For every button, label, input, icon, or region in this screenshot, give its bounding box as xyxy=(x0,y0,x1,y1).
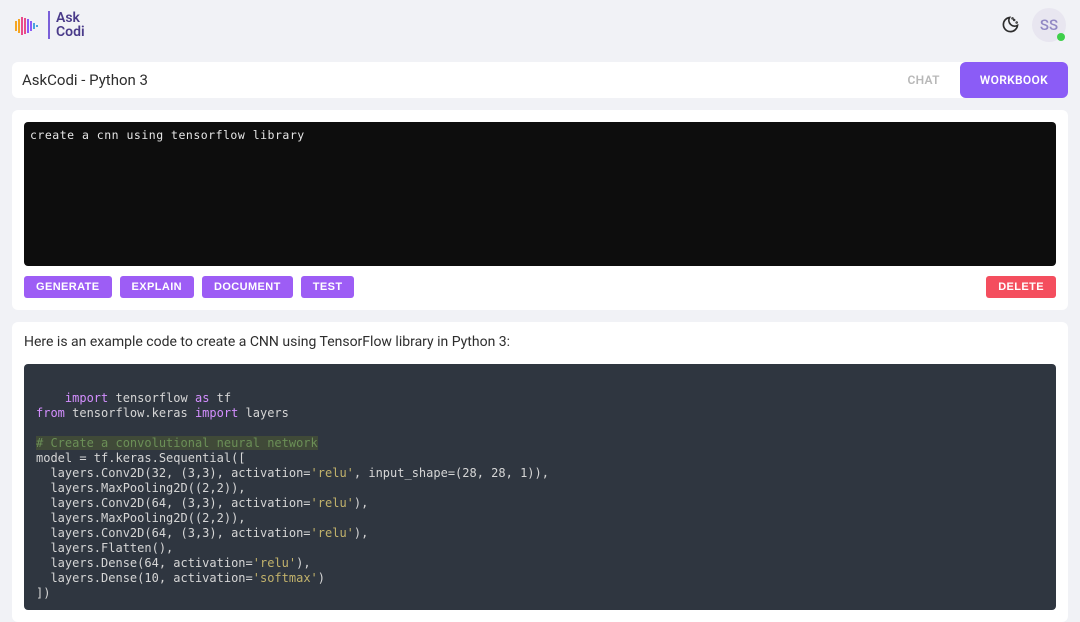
avatar-initials: SS xyxy=(1040,16,1058,34)
brand-line2: Codi xyxy=(56,25,85,39)
brand-line1: Ask xyxy=(56,11,85,25)
user-avatar[interactable]: SS xyxy=(1032,8,1066,42)
action-row: GENERATE EXPLAIN DOCUMENT TEST DELETE xyxy=(24,276,1056,298)
app-header: Ask Codi SS xyxy=(0,0,1080,50)
project-title: AskCodi - Python 3 xyxy=(22,71,148,89)
result-intro: Here is an example code to create a CNN … xyxy=(24,334,1056,350)
status-indicator-icon xyxy=(1057,33,1065,41)
test-button[interactable]: TEST xyxy=(301,276,355,298)
explain-button[interactable]: EXPLAIN xyxy=(120,276,194,298)
header-right: SS xyxy=(1000,8,1066,42)
toolbar-tabs: CHAT WORKBOOK xyxy=(887,62,1068,98)
brand-logo[interactable]: Ask Codi xyxy=(14,11,85,39)
generate-button[interactable]: GENERATE xyxy=(24,276,112,298)
code-output[interactable]: import tensorflow as tf from tensorflow.… xyxy=(24,364,1056,610)
copy-icon[interactable] xyxy=(1030,372,1048,390)
theme-toggle-icon[interactable] xyxy=(1000,15,1020,35)
tab-workbook[interactable]: WORKBOOK xyxy=(960,62,1068,98)
prompt-editor[interactable]: create a cnn using tensorflow library xyxy=(24,122,1056,266)
document-button[interactable]: DOCUMENT xyxy=(202,276,293,298)
project-toolbar: AskCodi - Python 3 CHAT WORKBOOK xyxy=(12,62,1068,98)
action-left: GENERATE EXPLAIN DOCUMENT TEST xyxy=(24,276,354,298)
logo-mark-icon xyxy=(14,11,42,39)
delete-button[interactable]: DELETE xyxy=(986,276,1056,298)
result-card: Here is an example code to create a CNN … xyxy=(12,322,1068,622)
brand-text: Ask Codi xyxy=(48,11,85,39)
tab-chat[interactable]: CHAT xyxy=(887,62,959,98)
prompt-card: create a cnn using tensorflow library GE… xyxy=(12,110,1068,310)
prompt-content: create a cnn using tensorflow library xyxy=(30,128,305,142)
